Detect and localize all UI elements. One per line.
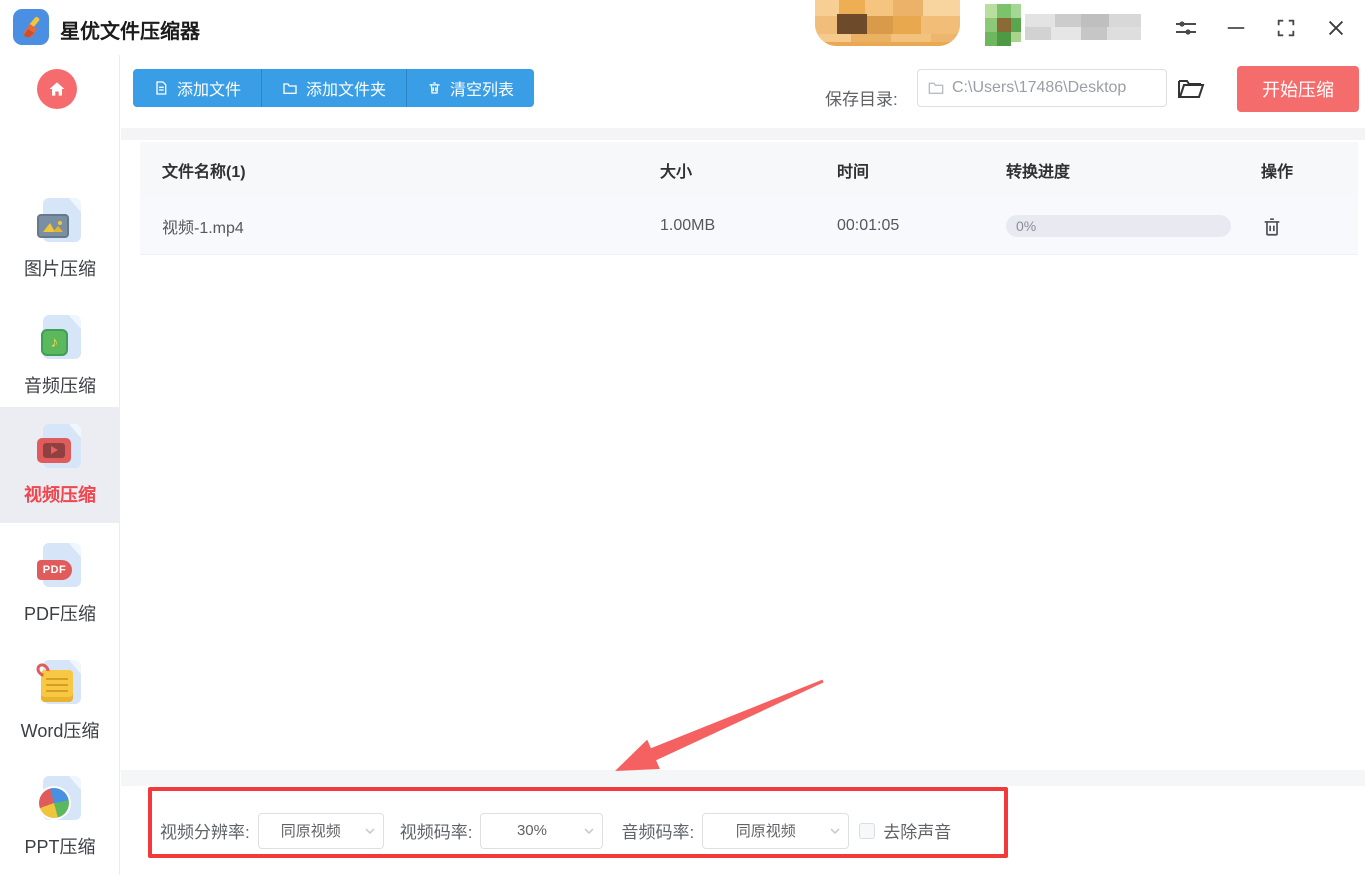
blurred-account-badge-orange (815, 0, 960, 46)
settings-divider (121, 770, 1365, 786)
sidebar: 图片压缩 ♪ 音频压缩 视频压缩 PDF PDF压缩 Word压缩 PPT压缩 (0, 55, 120, 875)
folder-small-icon (928, 81, 944, 95)
remove-audio-checkbox[interactable] (859, 822, 876, 839)
folder-icon (282, 80, 298, 96)
pdf-file-icon: PDF (37, 542, 83, 589)
home-button[interactable] (37, 69, 77, 109)
toolbar-divider (121, 128, 1365, 140)
app-logo-icon (13, 9, 49, 45)
add-folder-button[interactable]: 添加文件夹 (261, 69, 407, 107)
start-compress-button[interactable]: 开始压缩 (1237, 66, 1359, 112)
video-bitrate-label: 视频码率: (399, 823, 473, 842)
sidebar-item-label: 音频压缩 (24, 375, 96, 396)
video-file-icon (37, 423, 83, 470)
file-name: 视频-1.mp4 (162, 220, 244, 237)
trash-icon (1261, 215, 1283, 238)
audio-bitrate-select[interactable]: 同原视频 (702, 812, 850, 849)
progress-value: 0% (1016, 218, 1037, 234)
clear-list-button[interactable]: 清空列表 (406, 69, 535, 107)
header-size: 大小 (660, 164, 693, 181)
word-file-icon (33, 659, 83, 706)
image-file-icon (37, 197, 83, 244)
maximize-button[interactable] (1271, 13, 1301, 43)
sidebar-item-video-compress[interactable]: 视频压缩 (0, 407, 120, 523)
sidebar-item-audio-compress[interactable]: ♪ 音频压缩 (0, 300, 120, 412)
sidebar-item-label: PDF压缩 (24, 603, 96, 624)
add-file-button[interactable]: 添加文件 (133, 69, 262, 107)
save-dir-path: C:\Users\17486\Desktop (952, 79, 1127, 96)
header-progress: 转换进度 (1006, 164, 1071, 181)
chevron-down-icon (364, 825, 376, 837)
save-dir-input[interactable]: C:\Users\17486\Desktop (917, 69, 1167, 107)
delete-row-button[interactable] (1261, 213, 1287, 239)
sidebar-item-label: PPT压缩 (24, 836, 96, 857)
video-bitrate-select[interactable]: 30% (480, 812, 604, 849)
minimize-button[interactable] (1221, 13, 1251, 43)
header-file-name: 文件名称(1) (162, 164, 246, 181)
settings-sliders-icon[interactable] (1171, 13, 1201, 43)
ppt-file-icon (37, 775, 83, 822)
home-icon (47, 79, 67, 99)
titlebar: 星优文件压缩器 (0, 0, 1365, 55)
sidebar-item-word-compress[interactable]: Word压缩 (0, 645, 120, 757)
chevron-down-icon (829, 825, 841, 837)
save-dir-label: 保存目录: (825, 90, 898, 109)
blurred-account-badge-green (985, 4, 1145, 46)
file-duration: 00:01:05 (837, 217, 900, 234)
sidebar-item-label: 视频压缩 (24, 484, 96, 505)
resolution-select[interactable]: 同原视频 (257, 812, 384, 849)
document-icon (153, 80, 169, 96)
resolution-label: 视频分辨率: (160, 823, 250, 842)
sidebar-item-pdf-compress[interactable]: PDF PDF压缩 (0, 528, 120, 640)
close-button[interactable] (1321, 13, 1351, 43)
chevron-down-icon (583, 825, 595, 837)
audio-bitrate-label: 音频码率: (621, 823, 695, 842)
sidebar-item-ppt-compress[interactable]: PPT压缩 (0, 761, 120, 873)
file-actions-group: 添加文件 添加文件夹 清空列表 (133, 69, 535, 107)
file-table: 文件名称(1) 大小 时间 转换进度 操作 视频-1.mp4 1.00MB 00… (140, 142, 1358, 255)
table-row: 视频-1.mp4 1.00MB 00:01:05 0% (140, 198, 1358, 255)
compression-settings-bar: 视频分辨率: 同原视频 视频码率: 30% 音频码率: 同原视频 去除声音 (121, 786, 1365, 875)
main-panel: 添加文件 添加文件夹 清空列表 保存目录: C:\Users\17486\Des… (121, 55, 1365, 875)
sidebar-item-label: Word压缩 (20, 720, 100, 741)
browse-folder-button[interactable] (1177, 77, 1207, 103)
audio-file-icon: ♪ (37, 314, 83, 361)
table-header-row: 文件名称(1) 大小 时间 转换进度 操作 (140, 142, 1358, 198)
file-size: 1.00MB (660, 217, 716, 234)
trash-icon (427, 80, 442, 96)
remove-audio-label: 去除声音 (883, 823, 952, 842)
sidebar-item-label: 图片压缩 (24, 258, 96, 279)
header-time: 时间 (837, 164, 870, 181)
sidebar-item-image-compress[interactable]: 图片压缩 (0, 183, 120, 295)
app-title: 星优文件压缩器 (60, 21, 200, 43)
header-action: 操作 (1261, 164, 1294, 181)
progress-bar: 0% (1006, 215, 1231, 237)
